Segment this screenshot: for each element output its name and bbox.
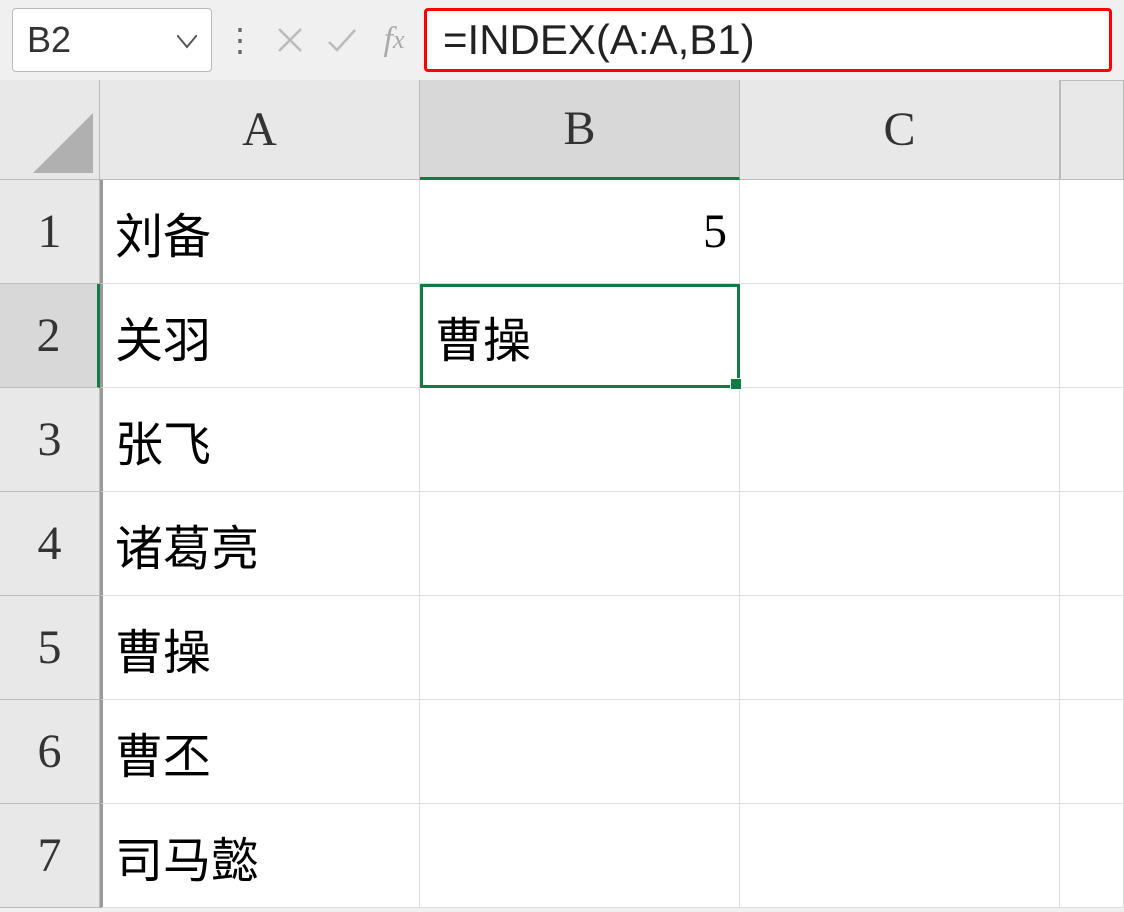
select-all-corner[interactable] [0,80,100,180]
cell-a1[interactable]: 刘备 [100,180,420,284]
cell-b2[interactable]: 曹操 [420,284,740,388]
chevron-down-icon[interactable] [177,24,197,56]
row-header-5[interactable]: 5 [0,596,100,700]
cell-a3[interactable]: 张飞 [100,388,420,492]
row-header-1[interactable]: 1 [0,180,100,284]
row-header-2[interactable]: 2 [0,284,100,388]
cell-a7[interactable]: 司马懿 [100,804,420,908]
cell-b5[interactable] [420,596,740,700]
enter-icon[interactable] [320,10,364,70]
cell-a2[interactable]: 关羽 [100,284,420,388]
cell-d4-partial[interactable] [1060,492,1124,596]
formula-bar: B2 ⋮ fx =INDEX(A:A,B1) [0,0,1124,80]
row-header-6[interactable]: 6 [0,700,100,804]
cell-b7[interactable] [420,804,740,908]
cell-d5-partial[interactable] [1060,596,1124,700]
cell-d7-partial[interactable] [1060,804,1124,908]
formula-text: =INDEX(A:A,B1) [443,16,755,64]
cell-c2[interactable] [740,284,1060,388]
cell-a4[interactable]: 诸葛亮 [100,492,420,596]
cell-b6[interactable] [420,700,740,804]
cell-d2-partial[interactable] [1060,284,1124,388]
cell-c4[interactable] [740,492,1060,596]
separator-icon: ⋮ [220,21,260,59]
col-header-b[interactable]: B [420,80,740,180]
cell-c6[interactable] [740,700,1060,804]
cell-d1-partial[interactable] [1060,180,1124,284]
cell-c3[interactable] [740,388,1060,492]
cell-d3-partial[interactable] [1060,388,1124,492]
row-header-7[interactable]: 7 [0,804,100,908]
cancel-icon[interactable] [268,10,312,70]
cell-c5[interactable] [740,596,1060,700]
cell-b1[interactable]: 5 [420,180,740,284]
cell-a6[interactable]: 曹丕 [100,700,420,804]
cell-c7[interactable] [740,804,1060,908]
cell-b4[interactable] [420,492,740,596]
name-box[interactable]: B2 [12,8,212,72]
cell-d6-partial[interactable] [1060,700,1124,804]
row-header-4[interactable]: 4 [0,492,100,596]
insert-function-icon[interactable]: fx [372,10,416,70]
cell-b3[interactable] [420,388,740,492]
row-header-3[interactable]: 3 [0,388,100,492]
spreadsheet-grid: A B C 1 刘备 5 2 关羽 曹操 3 张飞 4 诸葛亮 5 曹操 6 曹… [0,80,1124,908]
cell-a5[interactable]: 曹操 [100,596,420,700]
cell-c1[interactable] [740,180,1060,284]
col-header-c[interactable]: C [740,80,1060,180]
formula-input[interactable]: =INDEX(A:A,B1) [424,8,1112,72]
col-header-a[interactable]: A [100,80,420,180]
col-header-d-partial[interactable] [1060,80,1124,180]
name-box-value: B2 [27,19,71,61]
